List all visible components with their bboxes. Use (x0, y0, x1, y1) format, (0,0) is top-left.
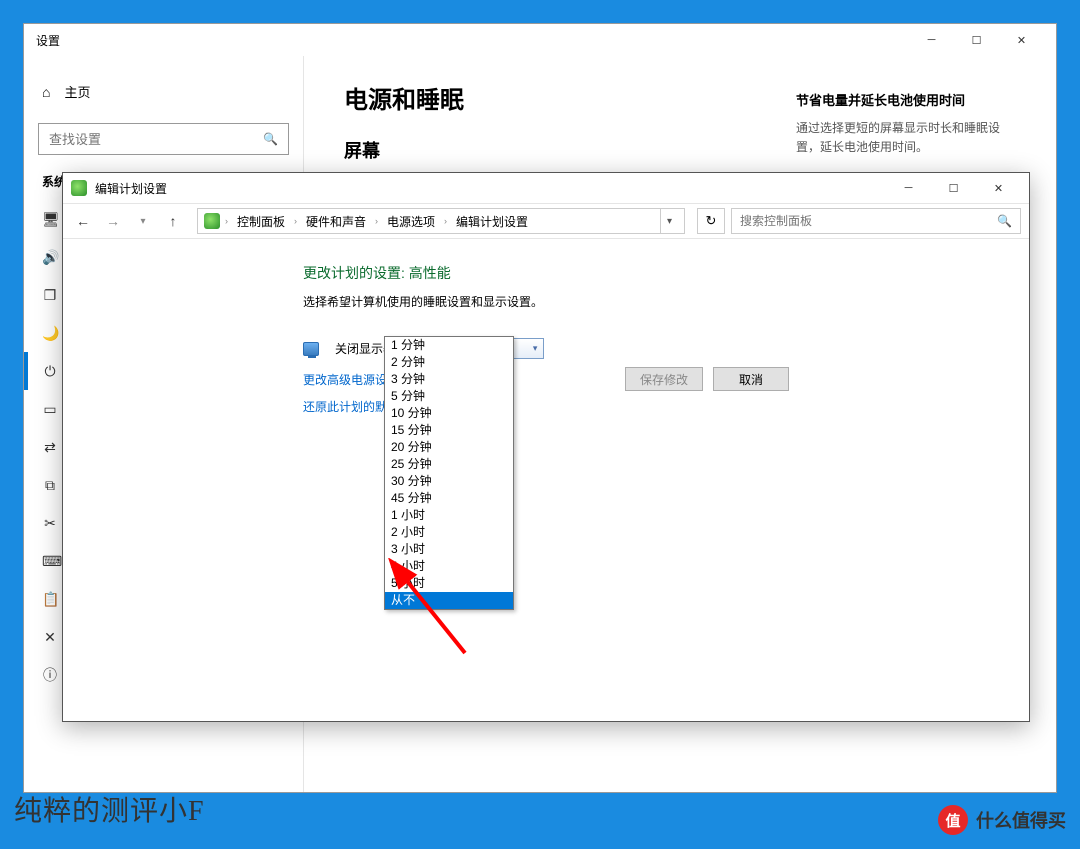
sidebar-icon: ⧉ (42, 477, 58, 494)
settings-titlebar: 设置 ─ ☐ ✕ (24, 24, 1056, 56)
watermark-author: 纯粹的测评小F (14, 789, 205, 829)
breadcrumb[interactable]: › 控制面板 › 硬件和声音 › 电源选项 › 编辑计划设置 ▾ (197, 208, 685, 234)
sidebar-icon: 🌙 (42, 325, 58, 342)
dropdown-option[interactable]: 45 分钟 (385, 490, 513, 507)
home-icon: ⌂ (42, 84, 50, 100)
settings-window-title: 设置 (36, 32, 909, 49)
display-off-dropdown[interactable]: 1 分钟2 分钟3 分钟5 分钟10 分钟15 分钟20 分钟25 分钟30 分… (384, 336, 514, 610)
sidebar-icon: ⏻ (42, 363, 58, 380)
breadcrumb-item[interactable]: 电源选项 (383, 213, 439, 230)
monitor-icon (303, 342, 319, 356)
dropdown-option[interactable]: 25 分钟 (385, 456, 513, 473)
sidebar-icon: ✕ (42, 629, 58, 646)
dropdown-option[interactable]: 15 分钟 (385, 422, 513, 439)
up-button[interactable]: ↑ (161, 209, 185, 233)
chevron-right-icon: › (291, 216, 300, 226)
back-button[interactable]: ← (71, 209, 95, 233)
dropdown-option[interactable]: 1 小时 (385, 507, 513, 524)
sidebar-icon: ❐ (42, 287, 58, 304)
chevron-right-icon: › (441, 216, 450, 226)
watermark-text: 什么值得买 (976, 807, 1066, 833)
save-button[interactable]: 保存修改 (625, 367, 703, 391)
sidebar-icon: ▭ (42, 401, 58, 418)
minimize-button[interactable]: ─ (909, 25, 954, 55)
sidebar-icon: 🖥 (42, 211, 58, 228)
aside-heading: 节省电量并延长电池使用时间 (796, 90, 1016, 109)
dropdown-option[interactable]: 4 小时 (385, 558, 513, 575)
sidebar-icon: 🔊 (42, 249, 58, 266)
sidebar-icon: ✂ (42, 515, 58, 532)
control-panel-window: 编辑计划设置 ─ ☐ ✕ ← → ▾ ↑ › 控制面板 › 硬件和声音 › 电源… (62, 172, 1030, 722)
watermark-site: 值 什么值得买 (938, 805, 1066, 835)
settings-search-box[interactable]: 🔍 (38, 123, 289, 155)
breadcrumb-icon (204, 213, 220, 229)
aside-body: 通过选择更短的屏幕显示时长和睡眠设置，延长电池使用时间。 (796, 119, 1016, 157)
maximize-button[interactable]: ☐ (954, 25, 999, 55)
home-link[interactable]: ⌂ 主页 (24, 74, 303, 109)
dropdown-option[interactable]: 2 分钟 (385, 354, 513, 371)
dropdown-option[interactable]: 从不 (385, 592, 513, 609)
settings-search-input[interactable] (49, 132, 263, 147)
dropdown-option[interactable]: 3 分钟 (385, 371, 513, 388)
dropdown-option[interactable]: 2 小时 (385, 524, 513, 541)
dropdown-option[interactable]: 5 分钟 (385, 388, 513, 405)
dropdown-option[interactable]: 30 分钟 (385, 473, 513, 490)
cp-body: 更改计划的设置: 高性能 选择希望计算机使用的睡眠设置和显示设置。 关闭显示器:… (63, 239, 1029, 721)
cp-navbar: ← → ▾ ↑ › 控制面板 › 硬件和声音 › 电源选项 › 编辑计划设置 ▾… (63, 203, 1029, 239)
dropdown-option[interactable]: 3 小时 (385, 541, 513, 558)
cp-search-box[interactable]: 🔍 (731, 208, 1021, 234)
plan-description: 选择希望计算机使用的睡眠设置和显示设置。 (303, 293, 1029, 310)
cancel-button[interactable]: 取消 (713, 367, 789, 391)
dropdown-option[interactable]: 20 分钟 (385, 439, 513, 456)
home-label: 主页 (64, 82, 90, 101)
recent-dropdown[interactable]: ▾ (131, 209, 155, 233)
breadcrumb-item[interactable]: 编辑计划设置 (452, 213, 532, 230)
cp-window-title: 编辑计划设置 (95, 180, 886, 197)
cp-close-button[interactable]: ✕ (976, 173, 1021, 203)
page-title: 电源和睡眠 (344, 80, 756, 115)
sidebar-icon: ⓘ (42, 665, 58, 685)
sidebar-icon: ⇄ (42, 439, 58, 456)
chevron-right-icon: › (222, 216, 231, 226)
chevron-right-icon: › (372, 216, 381, 226)
close-button[interactable]: ✕ (999, 25, 1044, 55)
chevron-down-icon: ▾ (533, 343, 538, 354)
search-icon: 🔍 (263, 132, 278, 146)
forward-button[interactable]: → (101, 209, 125, 233)
power-plan-icon (71, 180, 87, 196)
sidebar-icon: ⌨︎ (42, 553, 58, 570)
breadcrumb-item[interactable]: 硬件和声音 (302, 213, 370, 230)
dropdown-option[interactable]: 1 分钟 (385, 337, 513, 354)
breadcrumb-item[interactable]: 控制面板 (233, 213, 289, 230)
refresh-button[interactable]: ↻ (697, 208, 725, 234)
cp-titlebar: 编辑计划设置 ─ ☐ ✕ (63, 173, 1029, 203)
address-dropdown[interactable]: ▾ (660, 209, 678, 233)
section-heading: 屏幕 (344, 137, 756, 163)
plan-heading: 更改计划的设置: 高性能 (303, 263, 1029, 283)
cp-maximize-button[interactable]: ☐ (931, 173, 976, 203)
sidebar-icon: 📋 (42, 591, 58, 608)
dropdown-option[interactable]: 5 小时 (385, 575, 513, 592)
cp-search-input[interactable] (740, 214, 997, 228)
search-icon: 🔍 (997, 214, 1012, 228)
watermark-badge: 值 (938, 805, 968, 835)
dropdown-option[interactable]: 10 分钟 (385, 405, 513, 422)
cp-minimize-button[interactable]: ─ (886, 173, 931, 203)
